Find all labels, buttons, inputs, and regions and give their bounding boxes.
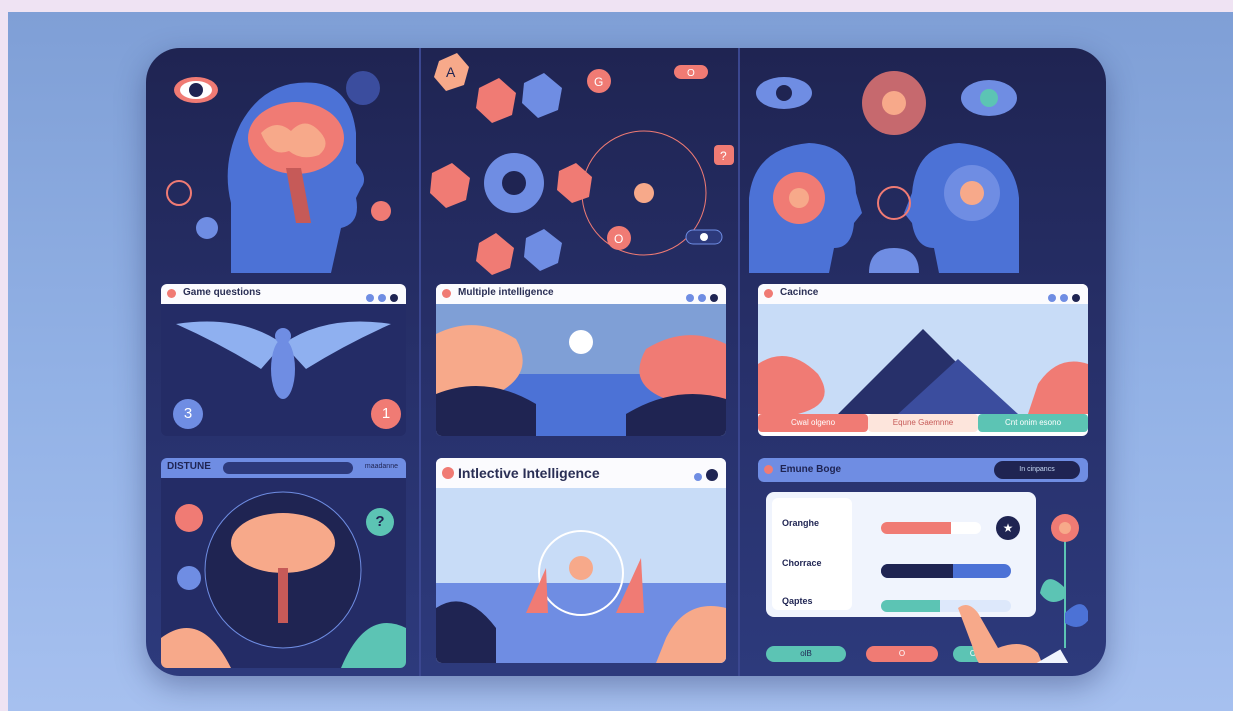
science-option-3-button[interactable]: Cnt onim esono <box>978 414 1088 432</box>
spiral-icon <box>166 180 192 206</box>
slider-1[interactable] <box>881 522 981 534</box>
settings-titlebar: Emune Boge In cinpancs <box>758 458 1088 482</box>
star-button[interactable]: ★ <box>996 516 1020 540</box>
mountain-illustration <box>758 304 1088 414</box>
close-dot[interactable] <box>706 469 718 481</box>
arch-icon <box>869 248 919 273</box>
science-option-2-button[interactable]: Equne Gaemnne <box>868 414 978 432</box>
compass-icon <box>877 186 911 220</box>
app-icon <box>442 289 451 298</box>
interactive-intelligence-panel: Intlective Intelligence <box>436 458 726 663</box>
column-divider-right <box>738 48 740 676</box>
top-illustration-left <box>166 71 391 273</box>
hexagon-a: A <box>434 53 469 91</box>
letter-a: A <box>446 64 456 80</box>
app-icon <box>764 289 773 298</box>
settings-panel: Emune Boge In cinpancs Oranghe Chorrace … <box>758 458 1088 663</box>
slider-2-fill <box>881 564 953 578</box>
game-questions-titlebar: Game questions <box>161 284 406 304</box>
disture-panel: DISTUNE maadanne ? <box>161 458 406 668</box>
app-icon <box>442 467 454 479</box>
globe-icon <box>196 217 218 239</box>
hexagon-asterisk <box>524 229 562 271</box>
maximize-dot[interactable] <box>698 294 706 302</box>
setting-label-3: Qaptes <box>782 596 813 606</box>
close-dot[interactable] <box>390 294 398 302</box>
science-title: Cacince <box>780 287 819 298</box>
hexagon-o-left <box>430 163 470 208</box>
toggle-pill-icon <box>685 229 723 245</box>
letter-g: G <box>594 75 603 89</box>
window-controls <box>690 468 718 486</box>
science-panel: Cacince Cwal olgeno Equne Gaemnne Cnt on… <box>758 284 1088 436</box>
science-option-1-button[interactable]: Cwal olgeno <box>758 414 868 432</box>
slider-3-fill <box>881 600 940 612</box>
top-illustration-center: A G O ? O <box>430 53 734 275</box>
footer-toggle-button[interactable]: olB <box>766 646 846 662</box>
settings-title: Emune Boge <box>780 464 842 475</box>
top-illustration-right <box>749 71 1019 273</box>
settings-labels-card: Oranghe Chorrace Qaptes <box>772 498 852 610</box>
sunset-lake-illustration <box>436 304 726 436</box>
maximize-dot[interactable] <box>694 473 702 481</box>
slider-2[interactable] <box>881 564 1011 578</box>
tablet-frame: A G O ? O Game questions 3 1 Multiple in… <box>146 48 1106 676</box>
letter-o-bottom: O <box>614 232 623 246</box>
flower-icon <box>175 504 203 532</box>
interactive-intelligence-titlebar: Intlective Intelligence <box>436 458 726 488</box>
interactive-intelligence-title: Intlective Intelligence <box>458 465 600 481</box>
science-titlebar: Cacince <box>758 284 1088 304</box>
disture-titlebar: DISTUNE maadanne <box>161 458 406 478</box>
setting-label-2: Chorrace <box>782 558 822 568</box>
brain-tree-illustration <box>161 491 406 668</box>
multiple-intelligence-title: Multiple intelligence <box>458 287 554 298</box>
maximize-dot[interactable] <box>378 294 386 302</box>
column-divider-left <box>419 48 421 676</box>
game-questions-title: Game questions <box>183 287 261 298</box>
close-dot[interactable] <box>710 294 718 302</box>
spiral-icon <box>177 566 201 590</box>
head-profile-icon <box>227 82 365 273</box>
app-icon <box>167 289 176 298</box>
orb-icon <box>371 201 391 221</box>
sailboat-illustration <box>436 488 726 663</box>
head-profile-left-icon <box>749 143 862 273</box>
game-questions-panel: Game questions 3 1 <box>161 284 406 436</box>
minimize-dot[interactable] <box>686 294 694 302</box>
multiple-intelligence-titlebar: Multiple intelligence <box>436 284 726 304</box>
flower-illustration <box>1040 514 1088 648</box>
head-profile-right-icon <box>904 143 1019 273</box>
letter-o-top: O <box>687 68 695 79</box>
footer-coral-button[interactable]: O <box>866 646 938 662</box>
minimize-dot[interactable] <box>1048 294 1056 302</box>
eye-icon-right <box>961 80 1017 116</box>
disture-title: DISTUNE <box>167 461 211 472</box>
multiple-intelligence-panel: Multiple intelligence <box>436 284 726 436</box>
settings-chip[interactable]: In cinpancs <box>994 461 1080 479</box>
letter-o-badge-top: O <box>674 65 708 79</box>
letter-g-badge: G <box>587 69 611 93</box>
setting-label-1: Oranghe <box>782 518 820 528</box>
slider-1-fill <box>881 522 951 534</box>
question-mark: ? <box>720 149 727 163</box>
stage: A G O ? O Game questions 3 1 Multiple in… <box>0 0 1233 711</box>
minimize-dot[interactable] <box>366 294 374 302</box>
hexagon-plus <box>476 78 516 123</box>
maximize-dot[interactable] <box>1060 294 1068 302</box>
app-icon <box>764 465 773 474</box>
planet-icon <box>346 71 380 105</box>
left-score-badge: 3 <box>173 399 203 429</box>
letter-o-badge-bottom: O <box>607 226 631 250</box>
right-score-badge: 1 <box>371 399 401 429</box>
question-badge: ? <box>714 145 734 165</box>
help-badge[interactable]: ? <box>366 508 394 536</box>
disture-field-text: maadanne <box>364 463 398 470</box>
hexagon-equal <box>522 73 562 118</box>
disture-text-field[interactable] <box>223 462 353 474</box>
hexagon-star <box>476 233 514 275</box>
close-dot[interactable] <box>1072 294 1080 302</box>
eye-icon-left <box>756 77 812 109</box>
eye-icon <box>174 77 218 103</box>
